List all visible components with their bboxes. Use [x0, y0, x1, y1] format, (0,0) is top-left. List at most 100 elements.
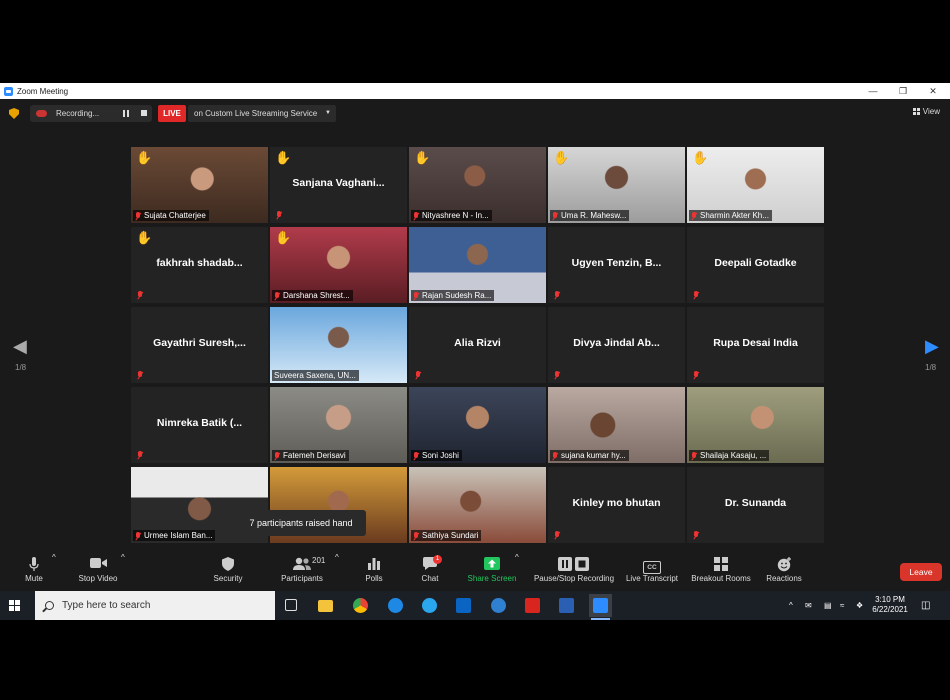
- share-options-chevron-icon[interactable]: ^: [515, 553, 519, 591]
- stop-recording-icon[interactable]: [141, 110, 147, 116]
- mute-button[interactable]: Mute: [18, 553, 50, 591]
- participant-name-label: Darshana Shrest...: [272, 290, 353, 301]
- muted-microphone-icon: [274, 291, 280, 300]
- participant-name-center: Rupa Desai India: [713, 337, 798, 349]
- participant-name-text: Sujata Chatterjee: [144, 211, 206, 220]
- raised-hand-icon: ✋: [553, 150, 570, 165]
- muted-microphone-icon: [552, 211, 558, 220]
- zoom-taskbar-icon[interactable]: [589, 594, 612, 620]
- encryption-shield-icon[interactable]: [9, 108, 19, 119]
- leave-button[interactable]: Leave: [900, 563, 942, 581]
- participant-name-center: Ugyen Tenzin, B...: [571, 257, 662, 269]
- live-service-label: on Custom Live Streaming Service: [194, 109, 318, 118]
- breakout-rooms-button[interactable]: Breakout Rooms: [690, 553, 752, 591]
- chrome-icon[interactable]: [349, 594, 372, 617]
- share-screen-button[interactable]: Share Screen: [466, 553, 518, 591]
- minimize-icon[interactable]: —: [858, 83, 888, 99]
- chevron-down-icon: ▼: [325, 110, 331, 116]
- muted-microphone-icon: [691, 451, 697, 460]
- participant-tile[interactable]: ✋ Uma R. Mahesw...: [548, 147, 685, 223]
- notifications-icon[interactable]: ◫: [921, 591, 930, 620]
- file-explorer-icon[interactable]: [314, 594, 337, 617]
- taskbar-search-box[interactable]: Type here to search: [35, 591, 275, 620]
- dropbox-icon[interactable]: ❖: [856, 591, 863, 620]
- internet-explorer-icon[interactable]: [418, 594, 441, 617]
- search-icon: [45, 601, 54, 610]
- wifi-icon[interactable]: ≈: [840, 591, 844, 620]
- participant-tile[interactable]: ✋ Sharmin Akter Kh...: [687, 147, 824, 223]
- muted-microphone-icon: [552, 451, 558, 460]
- muted-microphone-icon: [137, 451, 143, 459]
- participant-tile[interactable]: ✋ Sujata Chatterjee: [131, 147, 268, 223]
- reactions-button[interactable]: Reactions: [764, 553, 804, 591]
- participants-label: Participants: [281, 574, 323, 583]
- participant-tile[interactable]: sujana kumar hy...: [548, 387, 685, 463]
- participants-count: 201: [312, 556, 326, 565]
- participant-tile[interactable]: Sathiya Sundari: [409, 467, 546, 543]
- participant-tile[interactable]: ✋ Nityashree N - In...: [409, 147, 546, 223]
- participant-name-label: Shailaja Kasaju, ...: [689, 450, 770, 461]
- word-icon[interactable]: [555, 594, 578, 617]
- previous-page-arrow-icon[interactable]: ◀: [13, 336, 27, 357]
- participant-tile[interactable]: ✋ Darshana Shrest...: [270, 227, 407, 303]
- muted-microphone-icon: [415, 371, 421, 379]
- close-icon[interactable]: ✕: [918, 83, 948, 99]
- participant-tile[interactable]: Dr. Sunanda: [687, 467, 824, 543]
- participant-tile[interactable]: Divya Jindal Ab...: [548, 307, 685, 383]
- outlook-icon[interactable]: [452, 594, 475, 617]
- raised-hand-icon: ✋: [136, 150, 153, 165]
- participant-tile[interactable]: Deepali Gotadke: [687, 227, 824, 303]
- participants-options-chevron-icon[interactable]: ^: [335, 553, 339, 591]
- participant-tile[interactable]: Kinley mo bhutan: [548, 467, 685, 543]
- tray-chevron-up-icon[interactable]: ^: [789, 591, 793, 620]
- participant-tile[interactable]: Rupa Desai India: [687, 307, 824, 383]
- polls-button[interactable]: Polls: [360, 553, 388, 591]
- window-title: Zoom Meeting: [17, 86, 69, 96]
- windows-start-icon[interactable]: [9, 600, 20, 611]
- video-camera-icon: [74, 557, 122, 573]
- raised-hand-icon: ✋: [414, 150, 431, 165]
- participant-tile[interactable]: Gayathri Suresh,...: [131, 307, 268, 383]
- breakout-rooms-icon: [690, 557, 752, 573]
- page-indicator-left: 1/8: [15, 363, 27, 372]
- participant-tile[interactable]: Suveera Saxena, UN...: [270, 307, 407, 383]
- next-page-arrow-icon[interactable]: ▶: [925, 336, 939, 357]
- stop-video-label: Stop Video: [78, 574, 118, 583]
- page-indicator-right: 1/8: [925, 363, 937, 372]
- mail-tray-icon[interactable]: ✉: [805, 591, 812, 620]
- restore-icon[interactable]: ❐: [888, 83, 918, 99]
- video-options-chevron-icon[interactable]: ^: [121, 553, 125, 591]
- participant-name-label: Rajan Sudesh Ra...: [411, 290, 495, 301]
- mute-options-chevron-icon[interactable]: ^: [52, 553, 56, 591]
- participant-tile[interactable]: Soni Joshi: [409, 387, 546, 463]
- task-view-icon[interactable]: [280, 594, 303, 617]
- participant-tile[interactable]: Ugyen Tenzin, B...: [548, 227, 685, 303]
- participant-tile[interactable]: Fatemeh Derisavi: [270, 387, 407, 463]
- edge-icon[interactable]: [384, 594, 407, 617]
- muted-microphone-icon: [274, 451, 280, 460]
- participant-tile[interactable]: Nimreka Batik (...: [131, 387, 268, 463]
- participant-tile[interactable]: fakhrah shadab... ✋: [131, 227, 268, 303]
- participant-tile[interactable]: Shailaja Kasaju, ...: [687, 387, 824, 463]
- participant-tile[interactable]: Sanjana Vaghani... ✋: [270, 147, 407, 223]
- messaging-app-icon[interactable]: [487, 594, 510, 617]
- participant-name-center: Nimreka Batik (...: [156, 417, 243, 429]
- closed-caption-icon: CC: [624, 557, 680, 574]
- live-service-dropdown[interactable]: on Custom Live Streaming Service ▼: [188, 105, 336, 122]
- muted-microphone-icon: [693, 291, 699, 299]
- taskbar-clock[interactable]: 3:10 PM 6/22/2021: [870, 595, 910, 615]
- security-button[interactable]: Security: [208, 553, 248, 591]
- smiley-reaction-icon: [764, 557, 804, 573]
- live-transcript-button[interactable]: CC Live Transcript: [624, 553, 680, 591]
- participant-name-label: Urmee Islam Ban...: [133, 530, 216, 541]
- pause-recording-icon[interactable]: [123, 110, 129, 117]
- view-button[interactable]: View: [912, 107, 940, 116]
- participant-tile[interactable]: Alia Rizvi: [409, 307, 546, 383]
- acrobat-icon[interactable]: [521, 594, 544, 617]
- folder-tray-icon[interactable]: ▤: [824, 591, 832, 620]
- pause-stop-recording-button[interactable]: Pause/Stop Recording: [530, 553, 618, 591]
- chat-label: Chat: [421, 574, 439, 583]
- recording-label: Recording...: [56, 109, 100, 118]
- stop-video-button[interactable]: Stop Video: [74, 553, 122, 591]
- participant-tile[interactable]: Rajan Sudesh Ra...: [409, 227, 546, 303]
